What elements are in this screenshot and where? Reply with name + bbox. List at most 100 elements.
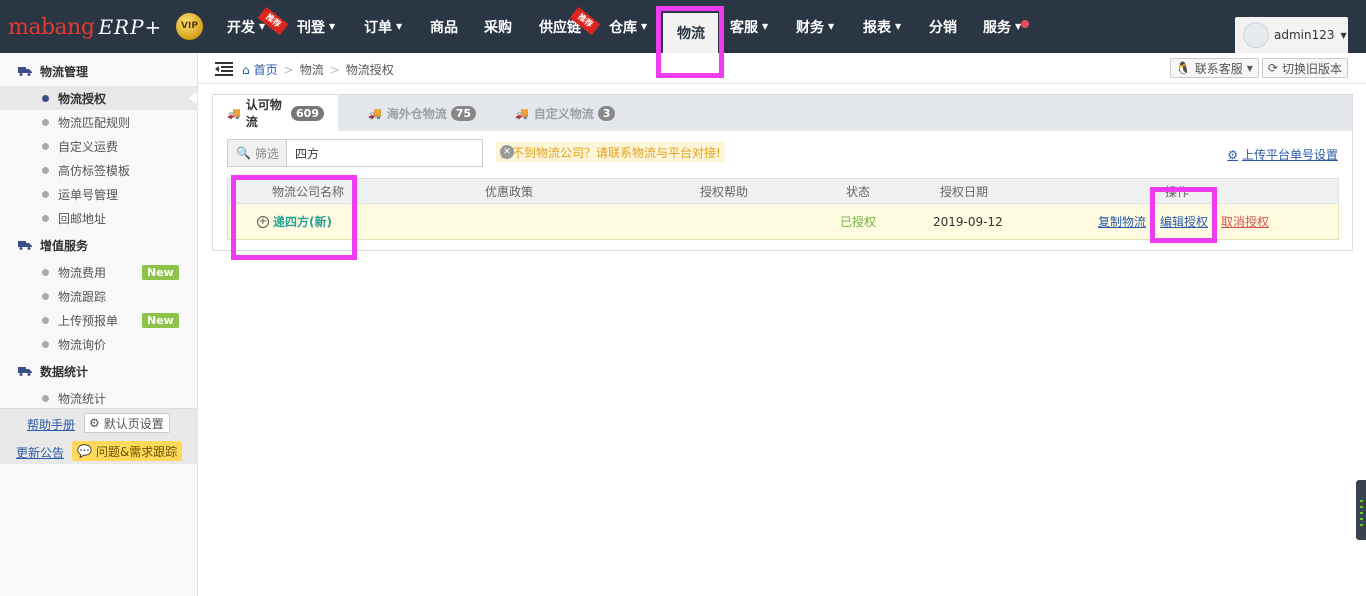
sidebar-group-statistics: 数据统计 bbox=[0, 356, 197, 386]
nav-label: 报表 bbox=[863, 19, 891, 36]
top-right-buttons: 🐧 联系客服 ▼ ⟳ 切换旧版本 bbox=[1169, 58, 1348, 78]
caret-down-icon: ▼ bbox=[895, 22, 902, 31]
table-row: + 递四方(新) 已授权 2019-09-12 复制物流 编辑授权 取消授权 bbox=[227, 204, 1339, 240]
sidebar-item-inquiry[interactable]: 物流询价 bbox=[0, 332, 197, 356]
sidebar-item-match-rules[interactable]: 物流匹配规则 bbox=[0, 110, 197, 134]
top-navbar: mabang ERP+ VIP 开发 ▼ 推荐 刊登 ▼ 订单 ▼ 商品 采购 供应链… bbox=[0, 0, 1366, 53]
sidebar-item-logistics-auth[interactable]: 物流授权 bbox=[0, 86, 197, 110]
sidebar-item-label: 物流费用 bbox=[58, 265, 107, 280]
nav-listing[interactable]: 刊登 ▼ bbox=[285, 0, 352, 53]
sidebar-item-custom-freight[interactable]: 自定义运费 bbox=[0, 134, 197, 158]
breadcrumb-current: 物流授权 bbox=[345, 63, 394, 77]
nav-services[interactable]: 服务 ▼ bbox=[971, 0, 1031, 53]
edit-auth-link[interactable]: 编辑授权 bbox=[1160, 204, 1208, 239]
new-badge: New bbox=[142, 313, 179, 328]
filter-label: 🔍 筛选 bbox=[227, 139, 286, 167]
tab-label: 自定义物流 bbox=[533, 106, 594, 121]
sidebar-item-label: 运单号管理 bbox=[58, 187, 119, 202]
breadcrumb-bar: ⌂ 首页 > 物流 > 物流授权 🐧 联系客服 ▼ ⟳ 切换旧版本 bbox=[198, 53, 1366, 84]
cancel-auth-link[interactable]: 取消授权 bbox=[1221, 204, 1269, 239]
nav-label: 采购 bbox=[484, 19, 512, 36]
nav-finance[interactable]: 财务 ▼ bbox=[784, 0, 851, 53]
tab-overseas-warehouse[interactable]: 🚚 海外仓物流 75 bbox=[354, 95, 490, 131]
breadcrumb: ⌂ 首页 > 物流 > 物流授权 bbox=[242, 61, 394, 78]
nav-orders[interactable]: 订单 ▼ bbox=[352, 0, 418, 53]
sidebar-item-label-template[interactable]: 高仿标签模板 bbox=[0, 158, 197, 182]
tab-custom-logistics[interactable]: 🚚 自定义物流 3 bbox=[501, 95, 629, 131]
vip-badge-icon[interactable]: VIP bbox=[176, 13, 203, 40]
sidebar-group-value-added: 增值服务 bbox=[0, 230, 197, 260]
sidebar: 物流管理 物流授权 物流匹配规则 自定义运费 高仿标签模板 运单号管理 回邮地址… bbox=[0, 53, 198, 596]
caret-down-icon: ▼ bbox=[1246, 63, 1253, 73]
sidebar-item-label: 上传预报单 bbox=[58, 313, 119, 328]
bullet-icon bbox=[42, 268, 49, 276]
nav-supply-chain[interactable]: 供应链 推荐 bbox=[527, 0, 601, 53]
side-drawer-handle[interactable] bbox=[1356, 480, 1366, 540]
sidebar-item-upload-forecast[interactable]: 上传预报单 New bbox=[0, 308, 197, 332]
upload-tracking-settings-link[interactable]: ⚙ 上传平台单号设置 bbox=[1227, 146, 1338, 163]
truck-icon bbox=[18, 367, 32, 376]
table-header: 物流公司名称 优惠政策 授权帮助 状态 授权日期 操作 bbox=[227, 178, 1339, 204]
user-menu[interactable]: admin123 ▼ bbox=[1235, 17, 1348, 53]
truck-icon bbox=[18, 67, 32, 76]
logistics-panel: 🚚 认可物流 609 🚚 海外仓物流 75 🚚 自定义物流 3 🔍筛选 找不到物… bbox=[212, 94, 1353, 251]
breadcrumb-separator: > bbox=[283, 62, 294, 77]
new-badge: New bbox=[142, 265, 179, 280]
nav-logistics[interactable]: 物流 bbox=[663, 13, 718, 53]
nav-develop[interactable]: 开发 ▼ 推荐 bbox=[215, 0, 289, 53]
brand-logo[interactable]: mabang ERP+ bbox=[8, 12, 162, 42]
sidebar-item-statistics[interactable]: 物流统计 bbox=[0, 386, 197, 410]
sidebar-item-logistics-fee[interactable]: 物流费用 New bbox=[0, 260, 197, 284]
company-cell[interactable]: + 递四方(新) bbox=[257, 204, 332, 239]
search-icon: 🔍 bbox=[236, 146, 251, 160]
button-label: 切换旧版本 bbox=[1281, 61, 1342, 76]
close-icon[interactable]: ✕ bbox=[500, 145, 514, 159]
breadcrumb-home[interactable]: 首页 bbox=[254, 61, 278, 78]
tab-approved-logistics[interactable]: 🚚 认可物流 609 bbox=[213, 95, 338, 131]
nav-purchase[interactable]: 采购 bbox=[472, 0, 527, 53]
nav-label: 刊登 bbox=[297, 19, 325, 36]
breadcrumb-logistics[interactable]: 物流 bbox=[300, 61, 324, 78]
tab-count-badge: 609 bbox=[291, 105, 324, 121]
bullet-icon bbox=[42, 94, 49, 102]
sidebar-footer: 帮助手册 ⚙ 默认页设置 更新公告 💬 问题&需求跟踪 bbox=[0, 408, 197, 464]
switch-old-version-button[interactable]: ⟳ 切换旧版本 bbox=[1261, 58, 1348, 78]
sidebar-item-tracking[interactable]: 物流跟踪 bbox=[0, 284, 197, 308]
nav-customer-service[interactable]: 客服 ▼ bbox=[718, 0, 784, 53]
expand-plus-icon[interactable]: + bbox=[257, 215, 269, 228]
home-icon[interactable]: ⌂ bbox=[242, 63, 250, 77]
bullet-icon bbox=[42, 214, 49, 222]
sidebar-item-return-address[interactable]: 回邮地址 bbox=[0, 206, 197, 230]
menu-collapse-icon[interactable] bbox=[215, 62, 233, 76]
update-notice-link[interactable]: 更新公告 bbox=[16, 444, 64, 461]
filter-group: 🔍 筛选 bbox=[227, 139, 483, 167]
caret-down-icon: ▼ bbox=[762, 22, 769, 31]
sidebar-group-title: 物流管理 bbox=[40, 64, 89, 79]
caret-down-icon: ▼ bbox=[641, 22, 648, 31]
nav-label: 商品 bbox=[430, 19, 458, 36]
button-label: 默认页设置 bbox=[103, 416, 164, 431]
sidebar-item-waybill[interactable]: 运单号管理 bbox=[0, 182, 197, 206]
column-header: 物流公司名称 bbox=[272, 184, 345, 199]
filter-input[interactable] bbox=[286, 139, 483, 167]
username: admin123 bbox=[1274, 28, 1335, 42]
sidebar-item-label: 物流统计 bbox=[58, 391, 107, 406]
sidebar-item-label: 高仿标签模板 bbox=[58, 163, 131, 178]
nav-reports[interactable]: 报表 ▼ bbox=[851, 0, 917, 53]
sidebar-item-label: 物流授权 bbox=[58, 91, 107, 106]
column-header: 状态 bbox=[846, 184, 871, 199]
sidebar-item-label: 物流询价 bbox=[58, 337, 107, 352]
company-name: 递四方(新) bbox=[273, 215, 332, 229]
issue-tracking-button[interactable]: 💬 问题&需求跟踪 bbox=[72, 441, 183, 461]
nav-warehouse[interactable]: 仓库 ▼ bbox=[597, 0, 663, 53]
column-header: 操作 bbox=[1165, 184, 1190, 199]
nav-products[interactable]: 商品 bbox=[418, 0, 472, 53]
button-label: 问题&需求跟踪 bbox=[95, 444, 178, 459]
default-page-button[interactable]: ⚙ 默认页设置 bbox=[84, 413, 170, 433]
nav-distribution[interactable]: 分销 bbox=[917, 0, 971, 53]
help-manual-link[interactable]: 帮助手册 bbox=[27, 416, 75, 433]
contact-support-button[interactable]: 🐧 联系客服 ▼ bbox=[1169, 58, 1259, 78]
bullet-icon bbox=[42, 190, 49, 198]
copy-logistics-link[interactable]: 复制物流 bbox=[1098, 204, 1146, 239]
nav-label: 开发 bbox=[227, 19, 255, 36]
